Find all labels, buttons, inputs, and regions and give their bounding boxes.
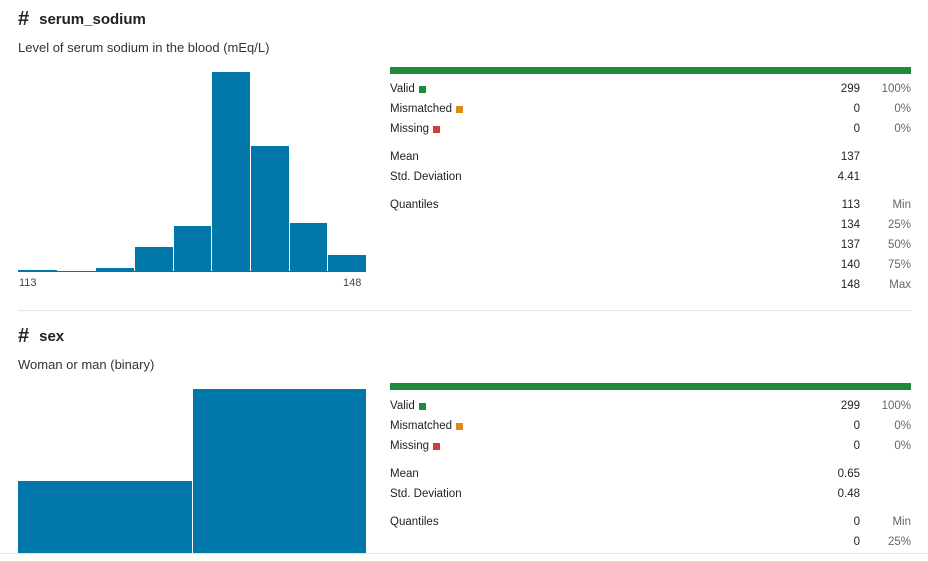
histogram-bin xyxy=(250,146,289,272)
section-divider xyxy=(18,310,911,311)
column-header-serum-sodium: # serum_sodium xyxy=(18,9,146,29)
stat-quantile-50: 137 50% xyxy=(840,239,911,251)
stat-missing: Missing 0 0% xyxy=(390,123,911,135)
histogram-bin xyxy=(18,480,192,553)
column-header-sex: # sex xyxy=(18,326,64,346)
stat-mean: Mean 137 xyxy=(390,151,860,163)
valid-square-icon xyxy=(418,85,426,93)
bottom-divider xyxy=(0,553,928,554)
histogram-bin xyxy=(288,223,328,272)
histogram-bin xyxy=(327,255,366,272)
histogram-bin xyxy=(172,226,212,272)
stat-quantile-max: 148 Max xyxy=(840,279,911,291)
valid-progress-bar xyxy=(390,67,911,74)
mismatched-square-icon xyxy=(456,105,463,113)
histogram-bin xyxy=(134,247,173,272)
hash-icon: # xyxy=(18,325,30,347)
histogram-baseline xyxy=(18,271,366,272)
column-description: Woman or man (binary) xyxy=(18,357,155,372)
stat-quantile-25: 134 25% xyxy=(840,219,911,231)
missing-square-icon xyxy=(432,442,440,450)
stat-quantile-min: Quantiles 0 Min xyxy=(390,516,911,528)
stat-valid: Valid 299 100% xyxy=(390,400,911,412)
stat-mismatched: Mismatched 0 0% xyxy=(390,420,911,432)
stat-missing: Missing 0 0% xyxy=(390,440,911,452)
histogram-axis-min: 113 xyxy=(19,277,37,289)
stat-quantile-25: 0 25% xyxy=(853,536,911,548)
histogram-serum-sodium xyxy=(18,72,366,272)
column-name: sex xyxy=(39,327,65,345)
stat-quantile-75: 140 75% xyxy=(840,259,911,271)
histogram-axis-max: 148 xyxy=(343,277,362,289)
stat-mean: Mean 0.65 xyxy=(390,468,860,480)
column-name: serum_sodium xyxy=(39,10,146,28)
histogram-sex xyxy=(18,389,366,553)
column-description: Level of serum sodium in the blood (mEq/… xyxy=(18,40,270,55)
stat-std: Std. Deviation 4.41 xyxy=(390,171,860,183)
mismatched-square-icon xyxy=(456,422,463,430)
valid-square-icon xyxy=(418,402,426,410)
stat-valid: Valid 299 100% xyxy=(390,83,911,95)
histogram-bin xyxy=(192,389,366,553)
histogram-bin xyxy=(211,72,250,272)
missing-square-icon xyxy=(432,125,440,133)
hash-icon: # xyxy=(18,8,30,30)
stat-mismatched: Mismatched 0 0% xyxy=(390,103,911,115)
stat-quantile-min: Quantiles 113 Min xyxy=(390,199,911,211)
stat-std: Std. Deviation 0.48 xyxy=(390,488,860,500)
valid-progress-bar xyxy=(390,383,911,390)
